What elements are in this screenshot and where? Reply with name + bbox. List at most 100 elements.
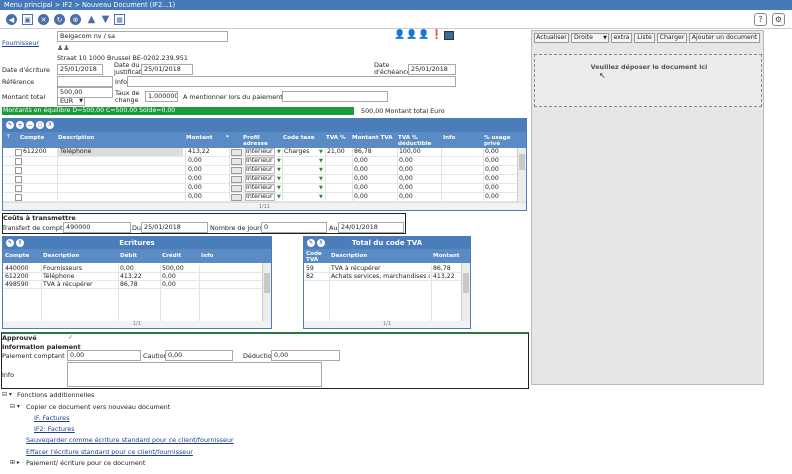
profil-cell[interactable]: Interieur bbox=[245, 148, 275, 156]
table-row[interactable]: 0,00 Interieur ▼ ▼ 0,00 0,00 0,00 bbox=[3, 166, 517, 175]
ecritures-scrollbar[interactable] bbox=[262, 263, 271, 321]
date-justificatif-field[interactable]: 25/01/2018 bbox=[141, 64, 193, 75]
montant-tva-cell[interactable]: 0,00 bbox=[354, 193, 396, 201]
row-button[interactable] bbox=[231, 185, 242, 192]
ecr-col-debit[interactable]: Débit bbox=[120, 253, 137, 259]
info-cell[interactable] bbox=[443, 193, 481, 201]
montant-tva-cell[interactable]: 0,00 bbox=[354, 166, 396, 174]
tva-cell[interactable]: 21,00 bbox=[327, 148, 351, 156]
table-row[interactable]: 612200 Téléphone 413,22 Interieur ▼ Charges ▼ 2… bbox=[3, 148, 517, 157]
info-cell[interactable] bbox=[443, 157, 481, 165]
info-cell[interactable] bbox=[443, 166, 481, 174]
code-taxe-dropdown-icon[interactable]: ▼ bbox=[319, 175, 324, 183]
date-ecriture-field[interactable]: 25/01/2018 bbox=[57, 64, 103, 75]
approuve-checkbox[interactable]: ✓ bbox=[68, 334, 75, 341]
profil-dropdown-icon[interactable]: ▼ bbox=[277, 157, 282, 165]
effacer-link[interactable]: Effacer l'écriture standard pour ce clie… bbox=[26, 448, 193, 456]
montant-tva-cell[interactable]: 0,00 bbox=[354, 184, 396, 192]
col-montant-tva[interactable]: Montant TVA bbox=[352, 135, 393, 141]
user-lock-icon[interactable]: 👤 bbox=[418, 30, 429, 40]
code-taxe-dropdown-icon[interactable]: ▼ bbox=[319, 193, 324, 201]
jours-field[interactable]: 0 bbox=[261, 222, 327, 233]
refresh-icon[interactable]: ↻ bbox=[54, 14, 65, 25]
code-taxe-cell[interactable] bbox=[284, 157, 317, 165]
arrow-up-icon[interactable]: ▲ bbox=[86, 14, 97, 25]
code-taxe-cell[interactable] bbox=[284, 193, 317, 201]
table-row[interactable]: 498590 TVA à récupérer 86,78 0,00 bbox=[3, 281, 262, 289]
tva-col-description[interactable]: Description bbox=[331, 253, 367, 259]
copier-title[interactable]: Copier ce document vers nouveau document bbox=[26, 403, 170, 411]
tva-col-montant[interactable]: Montant bbox=[433, 253, 460, 259]
profil-dropdown-icon[interactable]: ▼ bbox=[277, 148, 282, 156]
row-button[interactable] bbox=[231, 176, 242, 183]
actualiser-button[interactable]: Actualiser bbox=[534, 33, 569, 43]
row-button[interactable] bbox=[231, 158, 242, 165]
tva-cell[interactable] bbox=[327, 184, 351, 192]
transfert-field[interactable]: 490000 bbox=[63, 222, 131, 233]
table-row[interactable]: 0,00 Interieur ▼ ▼ 0,00 0,00 0,00 bbox=[3, 184, 517, 193]
usage-cell[interactable]: 0,00 bbox=[485, 175, 516, 183]
code-taxe-cell[interactable] bbox=[284, 175, 317, 183]
usage-cell[interactable]: 0,00 bbox=[485, 148, 516, 156]
col-info[interactable]: Info bbox=[443, 135, 455, 141]
description-cell[interactable] bbox=[58, 175, 183, 183]
extra-button[interactable]: extra bbox=[611, 33, 632, 43]
arrow-down-icon[interactable]: ▼ bbox=[100, 14, 111, 25]
info-cell[interactable] bbox=[443, 175, 481, 183]
usage-cell[interactable]: 0,00 bbox=[485, 193, 516, 201]
settings-icon[interactable]: ⚙ bbox=[772, 13, 785, 26]
montant-cell[interactable]: 0,00 bbox=[188, 175, 228, 183]
table-row[interactable]: 0,00 Interieur ▼ ▼ 0,00 0,00 0,00 bbox=[3, 157, 517, 166]
caution-field[interactable]: 0,00 bbox=[165, 350, 233, 361]
droite-select[interactable]: Droite ▼ bbox=[571, 33, 609, 43]
paiement-toggle-icon[interactable]: ⊞ ▸ bbox=[10, 459, 20, 466]
compte-cell[interactable] bbox=[20, 184, 56, 192]
description-cell[interactable] bbox=[58, 193, 183, 201]
mentionner-field[interactable] bbox=[282, 91, 388, 102]
paiement-field[interactable]: 0,00 bbox=[67, 350, 141, 361]
table-row[interactable]: 0,00 Interieur ▼ ▼ 0,00 0,00 0,00 bbox=[3, 175, 517, 184]
liste-button[interactable]: Liste bbox=[634, 33, 655, 43]
copier-toggle-icon[interactable]: ⊟ ▾ bbox=[10, 403, 20, 410]
code-taxe-dropdown-icon[interactable]: ▼ bbox=[319, 184, 324, 192]
user-plus-icon[interactable]: 👤 bbox=[406, 30, 417, 40]
compte-cell[interactable]: 612200 bbox=[20, 148, 56, 156]
copy-row-icon[interactable]: ▢ bbox=[36, 121, 44, 129]
col-description[interactable]: Description bbox=[58, 135, 94, 141]
code-taxe-cell[interactable] bbox=[284, 184, 317, 192]
profil-cell[interactable]: Interieur bbox=[245, 184, 275, 192]
col-tva[interactable]: TVA % bbox=[326, 135, 346, 141]
table-row[interactable]: 612200 Téléphone 413,22 0,00 bbox=[3, 273, 262, 281]
drop-zone[interactable]: Veuillez déposer le document ici ↖ bbox=[534, 54, 762, 107]
montant-cell[interactable]: 413,22 bbox=[188, 148, 228, 156]
row-button[interactable] bbox=[231, 167, 242, 174]
if-factures-link[interactable]: IF. Factures bbox=[34, 414, 69, 422]
tva-cell[interactable] bbox=[327, 166, 351, 174]
supplier-field[interactable]: Belgacom nv / sa bbox=[57, 31, 228, 42]
back-icon[interactable]: ◀ bbox=[6, 14, 17, 25]
col-tva-deductible-2[interactable]: déductible bbox=[398, 141, 431, 147]
usage-cell[interactable]: 0,00 bbox=[485, 157, 516, 165]
code-taxe-dropdown-icon[interactable]: ▼ bbox=[319, 166, 324, 174]
tva-cell[interactable] bbox=[327, 157, 351, 165]
tva-deductible-cell[interactable]: 0,00 bbox=[399, 193, 440, 201]
montant-tva-cell[interactable]: 0,00 bbox=[354, 157, 396, 165]
add-row-icon[interactable]: + bbox=[16, 121, 24, 129]
description-cell[interactable] bbox=[58, 157, 183, 165]
tva-cell[interactable] bbox=[327, 193, 351, 201]
save-icon[interactable]: ▣ bbox=[22, 14, 33, 25]
du-field[interactable]: 25/01/2018 bbox=[141, 222, 208, 233]
ecr-col-compte[interactable]: Compte bbox=[5, 253, 29, 259]
info-icon[interactable]: ❗ bbox=[431, 30, 442, 40]
description-cell[interactable] bbox=[58, 166, 183, 174]
table-row[interactable]: 0,00 Interieur ▼ ▼ 0,00 0,00 0,00 bbox=[3, 193, 517, 202]
tva-deductible-cell[interactable]: 100,00 bbox=[399, 148, 440, 156]
new-icon[interactable]: ⊕ bbox=[70, 14, 81, 25]
montant-tva-cell[interactable]: 0,00 bbox=[354, 175, 396, 183]
profil-dropdown-icon[interactable]: ▼ bbox=[277, 166, 282, 174]
info-cell[interactable] bbox=[443, 184, 481, 192]
charger-button[interactable]: Charger bbox=[657, 33, 687, 43]
compte-cell[interactable] bbox=[20, 166, 56, 174]
info-cell[interactable] bbox=[443, 148, 481, 156]
delete-icon[interactable]: ✕ bbox=[38, 14, 49, 25]
